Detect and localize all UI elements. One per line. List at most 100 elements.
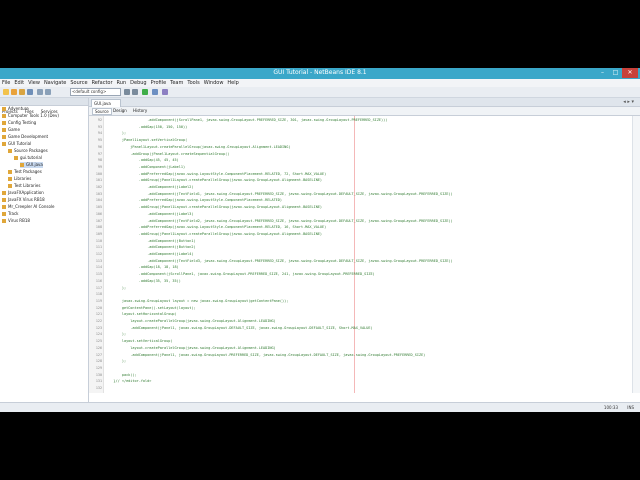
code-line[interactable]: .addPreferredGap(javax.swing.LayoutStyle… <box>105 198 282 202</box>
code-line[interactable]: layout.setHorizontalGroup( <box>105 312 177 316</box>
open-project-icon[interactable] <box>19 89 25 95</box>
code-line[interactable]: layout.createParallelGroup(javax.swing.G… <box>105 319 275 323</box>
maximize-button[interactable]: □ <box>609 68 622 78</box>
code-line[interactable]: .addGap(45, 45, 45) <box>105 158 179 162</box>
code-line[interactable]: getContentPane().setLayout(layout); <box>105 306 196 310</box>
code-line[interactable]: jPanel1Layout.createParallelGroup(javax.… <box>105 145 290 149</box>
tree-item[interactable]: Game Development <box>2 134 48 140</box>
right-margin-line <box>354 116 355 393</box>
line-number: 99 <box>97 164 102 169</box>
build-icon[interactable] <box>124 89 130 95</box>
menu-refactor[interactable]: Refactor <box>90 79 115 87</box>
code-line[interactable]: ); <box>105 286 126 290</box>
tree-item[interactable]: Mr_Creepler AI Console <box>2 204 54 210</box>
close-button[interactable]: ✕ <box>622 68 638 78</box>
tree-item[interactable]: Computer Tools 1.0 (Dev) <box>2 113 59 119</box>
code-line[interactable]: .addComponent(jLabel4) <box>105 252 193 256</box>
status-bar: 100:33 INS <box>0 402 640 412</box>
menu-profile[interactable]: Profile <box>149 79 169 87</box>
menu-view[interactable]: View <box>26 79 42 87</box>
code-line[interactable]: .addComponent(jButton1) <box>105 239 195 243</box>
code-line[interactable]: layout.setVerticalGroup( <box>105 339 173 343</box>
tree-item[interactable]: Test Packages <box>8 169 42 175</box>
code-line[interactable]: .addComponent(jButton2) <box>105 245 195 249</box>
tree-item[interactable]: GUI Tutorial <box>2 141 31 147</box>
save-all-icon[interactable] <box>27 89 33 95</box>
code-line[interactable]: layout.createParallelGroup(javax.swing.G… <box>105 346 275 350</box>
menu-file[interactable]: File <box>0 79 12 87</box>
minimize-button[interactable]: – <box>596 68 609 78</box>
clean-build-icon[interactable] <box>132 89 138 95</box>
code-line[interactable]: jPanel1Layout.setVerticalGroup( <box>105 138 187 142</box>
code-line[interactable]: .addComponent(jTextField2, javax.swing.G… <box>105 219 453 223</box>
line-number: 118 <box>95 292 102 297</box>
config-select[interactable]: <default config> <box>70 88 121 96</box>
line-number: 93 <box>97 124 102 129</box>
view-history-button[interactable]: History <box>133 108 147 113</box>
new-project-icon[interactable] <box>11 89 17 95</box>
menu-help[interactable]: Help <box>225 79 240 87</box>
tree-item[interactable]: JavaFX Virus RB18 <box>2 197 45 203</box>
code-line[interactable]: .addComponent(jScrollPane1, javax.swing.… <box>105 118 387 122</box>
line-number: 119 <box>95 298 102 303</box>
menu-edit[interactable]: Edit <box>12 79 26 87</box>
code-line[interactable]: .addGroup(jPanel1Layout.createParallelGr… <box>105 178 322 182</box>
tree-item[interactable]: GUI.java <box>20 162 43 168</box>
code-line[interactable]: .addGroup(jPanel1Layout.createParallelGr… <box>105 232 322 236</box>
code-line[interactable]: .addComponent(jLabel3) <box>105 212 193 216</box>
code-line[interactable]: .addComponent(jScrollPane1, javax.swing.… <box>105 272 375 276</box>
view-source-button[interactable]: Source <box>92 108 112 115</box>
code-line[interactable]: .addGap(35, 35, 35)) <box>105 279 181 283</box>
tree-item[interactable]: Adventure <box>2 106 29 112</box>
menu-tools[interactable]: Tools <box>185 79 201 87</box>
code-line[interactable]: .addGroup(jPanel1Layout.createParallelGr… <box>105 205 322 209</box>
code-line[interactable]: .addGroup(jPanel1Layout.createSequential… <box>105 152 229 156</box>
tree-item[interactable]: Virus RB18 <box>2 218 30 224</box>
tree-item[interactable]: JavaFXApplication <box>2 190 44 196</box>
code-line[interactable]: .addComponent(jTextField3, javax.swing.G… <box>105 259 453 263</box>
new-file-icon[interactable] <box>3 89 9 95</box>
menu-run[interactable]: Run <box>115 79 129 87</box>
code-line[interactable]: .addPreferredGap(javax.swing.LayoutStyle… <box>105 172 327 176</box>
menu-team[interactable]: Team <box>168 79 185 87</box>
tree-item[interactable]: Game <box>2 127 20 133</box>
tree-item[interactable]: Test Libraries <box>8 183 40 189</box>
code-line[interactable]: .addComponent(jLabel2) <box>105 185 193 189</box>
code-line[interactable]: .addComponent(jPanel1, javax.swing.Group… <box>105 353 425 357</box>
code-line[interactable]: .addComponent(jLabel1) <box>105 165 185 169</box>
tree-item[interactable]: gui.tutorial <box>14 155 42 161</box>
tree-item[interactable]: Source Packages <box>8 148 48 154</box>
menu-navigate[interactable]: Navigate <box>42 79 68 87</box>
title-bar[interactable]: GUI Tutorial - NetBeans IDE 8.1 – □ ✕ <box>0 68 640 79</box>
code-line[interactable]: .addComponent(jPanel1, javax.swing.Group… <box>105 326 372 330</box>
code-area[interactable]: 92 93 94 95 96 97 98 99 100 101 102 103 104 105 106 107… <box>89 116 640 393</box>
tree-item[interactable]: Libraries <box>8 176 31 182</box>
code-line[interactable]: .addGap(18, 18, 18) <box>105 265 179 269</box>
code-line[interactable]: .addPreferredGap(javax.swing.LayoutStyle… <box>105 225 327 229</box>
tab-nav-icon[interactable]: ◂ ▸ ▾ <box>623 99 634 105</box>
code-line[interactable]: }// </editor-fold> <box>105 379 151 383</box>
tree-item[interactable]: Track <box>2 211 18 217</box>
vertical-scrollbar[interactable] <box>632 116 640 393</box>
code-line[interactable]: ); <box>105 332 126 336</box>
line-number: 127 <box>95 352 102 357</box>
menu-window[interactable]: Window <box>202 79 226 87</box>
debug-icon[interactable] <box>152 89 158 95</box>
code-line[interactable]: ); <box>105 359 126 363</box>
menu-source[interactable]: Source <box>68 79 89 87</box>
menu-debug[interactable]: Debug <box>128 79 148 87</box>
view-design-button[interactable]: Design <box>113 108 127 113</box>
run-icon[interactable] <box>142 89 148 95</box>
code-line[interactable]: pack(); <box>105 373 137 377</box>
code-line[interactable]: .addGap(150, 150, 150)) <box>105 125 187 129</box>
tree-item[interactable]: Config Testing <box>2 120 36 126</box>
code-line[interactable]: javax.swing.GroupLayout layout = new jav… <box>105 299 288 303</box>
code-line[interactable]: ); <box>105 131 126 135</box>
line-number-gutter: 92 93 94 95 96 97 98 99 100 101 102 103 104 105 106 107… <box>89 116 104 393</box>
undo-icon[interactable] <box>37 89 43 95</box>
profile-icon[interactable] <box>162 89 168 95</box>
code-line[interactable]: .addComponent(jTextField1, javax.swing.G… <box>105 192 453 196</box>
redo-icon[interactable] <box>45 89 51 95</box>
editor-tab-gui-java[interactable]: GUI.java <box>91 99 121 107</box>
line-number: 112 <box>95 252 102 256</box>
